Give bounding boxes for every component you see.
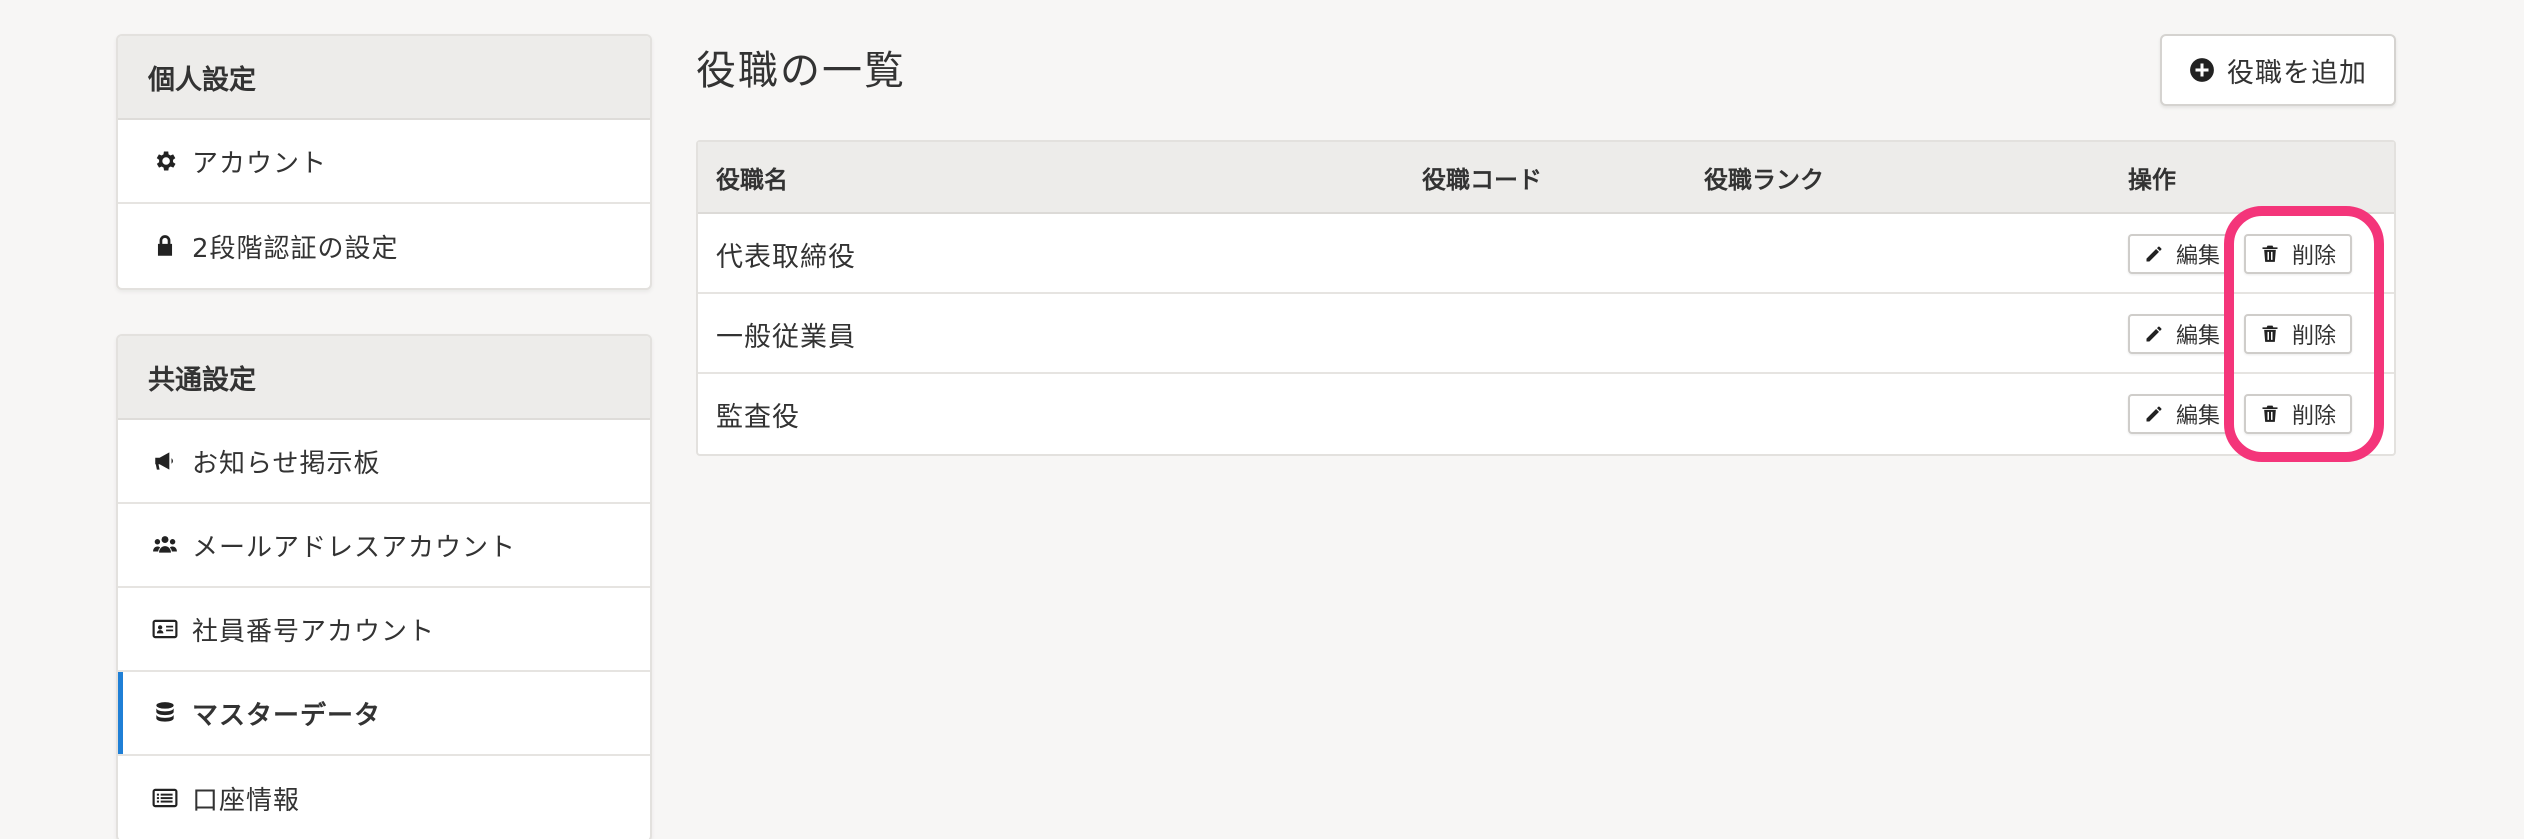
delete-label: 削除 — [2292, 244, 2337, 269]
trash-icon — [2262, 245, 2278, 262]
table-row: 一般従業員 編集 削除 — [698, 294, 2394, 374]
edit-label: 編集 — [2176, 324, 2221, 349]
pencil-icon — [2146, 246, 2162, 262]
sidebar-item-two-factor[interactable]: 2段階認証の設定 — [118, 204, 650, 288]
table-row: 監査役 編集 削除 — [698, 374, 2394, 454]
list-card-icon — [150, 783, 180, 813]
trash-icon — [2262, 405, 2278, 422]
common-settings-panel: 共通設定 お知らせ掲示板 メールアドレスアカウント 社員番号アカウント マスター… — [116, 334, 652, 839]
page-title: 役職の一覧 — [696, 48, 906, 94]
table-header: 役職名 役職コード 役職ランク 操作 — [698, 142, 2394, 214]
edit-label: 編集 — [2176, 404, 2221, 429]
megaphone-icon — [150, 446, 180, 476]
position-name: 監査役 — [716, 401, 800, 433]
delete-button[interactable]: 削除 — [2244, 234, 2352, 274]
sidebar-item-account[interactable]: アカウント — [118, 120, 650, 204]
sidebar-item-email-account[interactable]: メールアドレスアカウント — [118, 504, 650, 588]
sidebar-item-label: メールアドレスアカウント — [192, 532, 517, 563]
id-card-icon — [150, 614, 180, 644]
database-icon — [150, 698, 180, 728]
column-header-rank: 役職ランク — [1704, 165, 1824, 194]
edit-button[interactable]: 編集 — [2128, 314, 2232, 354]
pencil-icon — [2146, 406, 2162, 422]
lock-icon — [150, 231, 180, 261]
gear-icon — [150, 146, 180, 176]
add-position-button[interactable]: 役職を追加 — [2160, 34, 2396, 106]
common-settings-title: 共通設定 — [118, 336, 650, 420]
sidebar-item-label: お知らせ掲示板 — [192, 448, 381, 479]
sidebar-item-label: アカウント — [192, 148, 328, 179]
edit-label: 編集 — [2176, 244, 2221, 269]
positions-table: 役職名 役職コード 役職ランク 操作 代表取締役 編集 削除 一般従業員 編集 … — [696, 140, 2396, 456]
sidebar-item-label: 社員番号アカウント — [192, 616, 436, 647]
column-header-name: 役職名 — [716, 165, 788, 194]
sidebar-item-label: 口座情報 — [192, 785, 301, 816]
trash-icon — [2262, 325, 2278, 342]
sidebar-item-notice-board[interactable]: お知らせ掲示板 — [118, 420, 650, 504]
position-name: 一般従業員 — [716, 321, 856, 353]
column-header-actions: 操作 — [2128, 165, 2176, 194]
sidebar-item-employee-number-account[interactable]: 社員番号アカウント — [118, 588, 650, 672]
delete-label: 削除 — [2292, 324, 2337, 349]
position-name: 代表取締役 — [716, 241, 856, 273]
personal-settings-title: 個人設定 — [118, 36, 650, 120]
users-icon — [150, 530, 180, 560]
delete-label: 削除 — [2292, 404, 2337, 429]
sidebar-item-bank-account[interactable]: 口座情報 — [118, 756, 650, 839]
delete-button[interactable]: 削除 — [2244, 314, 2352, 354]
add-position-label: 役職を追加 — [2227, 57, 2367, 89]
sidebar-item-label: 2段階認証の設定 — [192, 233, 399, 264]
table-row: 代表取締役 編集 削除 — [698, 214, 2394, 294]
pencil-icon — [2146, 326, 2162, 342]
sidebar-item-master-data[interactable]: マスターデータ — [118, 672, 650, 756]
sidebar-item-label: マスターデータ — [192, 700, 382, 731]
personal-settings-panel: 個人設定 アカウント 2段階認証の設定 — [116, 34, 652, 290]
plus-circle-icon — [2189, 57, 2227, 83]
delete-button[interactable]: 削除 — [2244, 394, 2352, 434]
edit-button[interactable]: 編集 — [2128, 394, 2232, 434]
column-header-code: 役職コード — [1422, 165, 1542, 194]
edit-button[interactable]: 編集 — [2128, 234, 2232, 274]
